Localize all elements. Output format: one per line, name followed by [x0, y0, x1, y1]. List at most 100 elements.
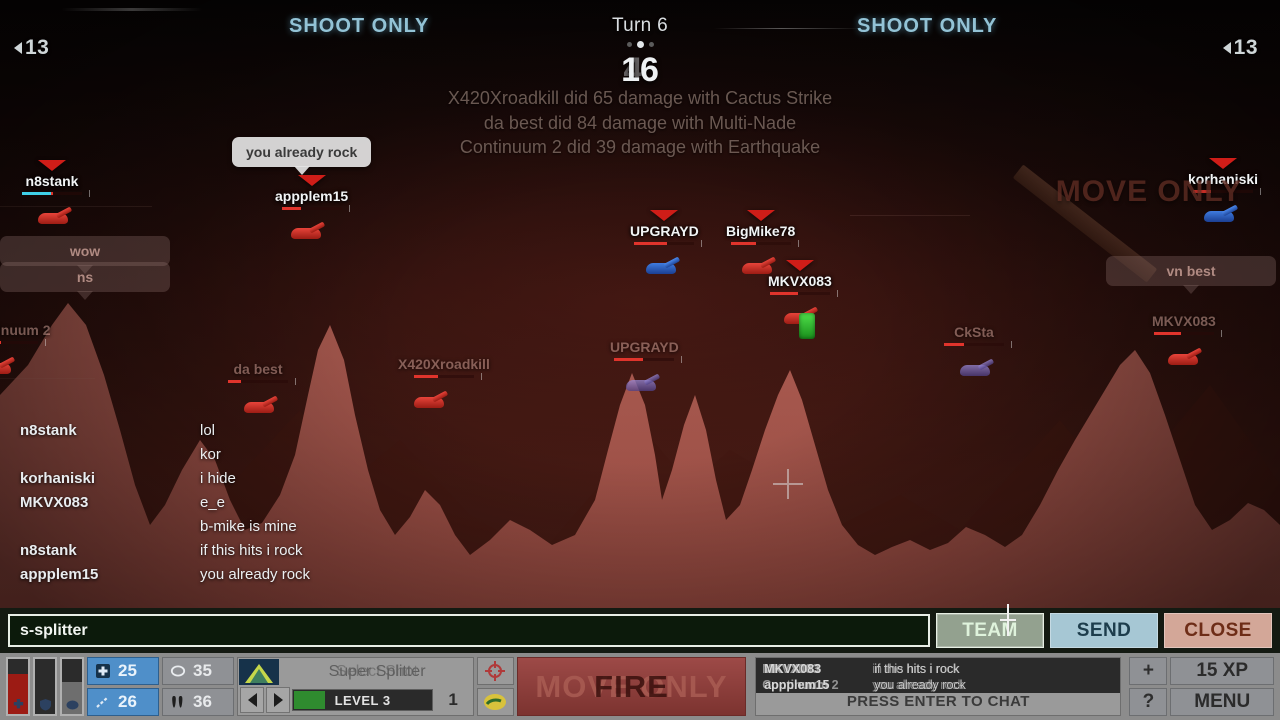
stats-group: 25 26 35 36 [87, 657, 234, 716]
chat-log-line: MKVX083 e_e [20, 494, 640, 518]
ammo-count: 1 [448, 690, 458, 709]
fuel-vial [60, 657, 84, 716]
tank-sprite[interactable] [646, 256, 681, 274]
unit-marker-arrow-icon [1209, 158, 1238, 169]
chat-log-message: b-mike is mine [200, 518, 297, 535]
xp-row: + 15 XP [1129, 657, 1274, 685]
mini-chat-message: you already rock you already rock [872, 677, 1112, 693]
help-button[interactable]: ? [1129, 688, 1168, 716]
next-weapon-button[interactable] [266, 687, 290, 713]
unit-health-fill [413, 375, 438, 378]
unit-health-tick [836, 290, 838, 297]
tank-sprite[interactable] [1168, 347, 1203, 365]
unit-health-fill [281, 207, 301, 210]
splash-icon [94, 693, 112, 711]
health-cross-icon [8, 698, 28, 713]
mini-chat-panel[interactable]: MKVX083 MKVX083 in the hits i rock if this … [755, 657, 1122, 716]
unit-name: n8stank [25, 173, 79, 189]
stat-boots[interactable]: 36 [162, 688, 234, 716]
weapon-level-bar[interactable]: LEVEL 3 [292, 689, 434, 711]
unit-health-fill [634, 242, 668, 245]
target-icon[interactable] [477, 657, 514, 685]
player-unit[interactable]: n8stank [22, 160, 90, 224]
player-unit[interactable]: CkSta [944, 324, 1012, 376]
player-unit[interactable]: Continuum 2 [0, 322, 51, 374]
unit-marker-arrow-icon [785, 260, 814, 271]
stat-shield-ring[interactable]: 35 [162, 657, 234, 685]
chat-log-message: lol [200, 422, 216, 439]
unit-health-bar [281, 205, 350, 212]
mini-chat-line: MKVX083 MKVX083 in the hits i rock if this … [762, 661, 1112, 677]
chat-input-bar: TEAM SEND CLOSE [0, 608, 1280, 653]
chat-log-user: n8stank [20, 542, 77, 559]
turn-dot [636, 41, 644, 48]
tank-sprite[interactable] [0, 356, 16, 374]
tank-sprite[interactable] [38, 206, 73, 224]
battlefield[interactable]: n8stank appplem15 Continuum 2 da best X420Xr… [0, 0, 1280, 655]
unit-name: CkSta [954, 324, 994, 340]
player-unit[interactable]: BigMike78 [726, 210, 799, 274]
unit-name: BigMike78 [726, 223, 796, 239]
add-button[interactable]: + [1129, 657, 1168, 685]
chat-input[interactable] [8, 614, 930, 647]
chat-log-user: appplem15 [20, 566, 99, 583]
player-unit[interactable]: MKVX083 [1152, 313, 1222, 365]
stat-splash[interactable]: 26 [87, 688, 159, 716]
turn-timer: 16 [621, 51, 659, 89]
weapon-top-row: Select Shot Super Splitter [238, 658, 473, 686]
unit-health-tick [480, 373, 482, 380]
turn-label: Turn 6 [611, 15, 668, 36]
mini-chat-hint: PRESS ENTER TO CHAT [846, 693, 1030, 710]
xp-display[interactable]: 15 XP [1170, 657, 1274, 685]
unit-name: UPGRAYD [610, 339, 679, 355]
player-unit[interactable]: da best [228, 361, 296, 413]
menu-button[interactable]: MENU [1170, 688, 1274, 716]
horizon-line [850, 215, 970, 216]
tool-icons-column [477, 657, 514, 716]
tank-sprite[interactable] [960, 358, 995, 376]
stat-health-boost[interactable]: 25 [87, 657, 159, 685]
chat-log-message: kor [200, 446, 221, 463]
unit-health-tick [701, 240, 703, 247]
unit-health-tick [1260, 188, 1262, 195]
stat-boots-value: 36 [193, 692, 212, 711]
unit-shield-fill [22, 192, 51, 195]
unit-marker-arrow-icon [38, 160, 66, 171]
unit-marker-arrow-icon [746, 210, 775, 221]
chat-log-line: korhaniski i hide [20, 470, 640, 494]
unit-health-fill [730, 242, 756, 245]
close-button[interactable]: CLOSE [1164, 613, 1272, 648]
player-unit[interactable]: MKVX083 [768, 260, 838, 324]
tank-sprite[interactable] [626, 373, 661, 391]
unit-health-bar [0, 339, 46, 346]
unit-health-bar [944, 341, 1012, 348]
player-unit[interactable]: X420Xroadkill [398, 356, 490, 408]
stat-splash-value: 26 [118, 692, 137, 711]
menu-row: ? MENU [1129, 688, 1274, 716]
unit-name: Continuum 2 [0, 322, 51, 338]
unit-health-tick [89, 190, 90, 197]
weapon-bottom-row: LEVEL 3 1 [238, 686, 473, 715]
fire-button[interactable]: MOVE ONLY FIRE [516, 657, 747, 716]
send-button[interactable]: SEND [1050, 613, 1158, 648]
unit-health-bar [413, 373, 482, 380]
mini-chat-user-ghost: Continuum 2 [762, 678, 839, 692]
tank-sprite[interactable] [291, 221, 326, 239]
player-unit[interactable]: UPGRAYD [610, 339, 683, 391]
tank-sprite[interactable] [414, 390, 449, 408]
unit-health-bar [228, 378, 296, 385]
team-chat-button[interactable]: TEAM [936, 613, 1044, 648]
unit-health-bar [614, 356, 683, 363]
prev-weapon-button[interactable] [240, 687, 264, 713]
shovel-icon[interactable] [477, 688, 514, 716]
player-unit[interactable]: appplem15 [275, 175, 350, 239]
tank-sprite[interactable] [244, 395, 279, 413]
mini-chat-lines: MKVX083 MKVX083 in the hits i rock if this … [756, 658, 1121, 693]
weapon-level-label: LEVEL 3 [334, 692, 391, 708]
unit-health-fill [0, 341, 1, 344]
shield-vial [33, 657, 57, 716]
supply-crate[interactable] [799, 313, 815, 339]
player-unit[interactable]: UPGRAYD [630, 210, 703, 274]
boots-icon [169, 693, 187, 711]
fire-button-label: FIRE [594, 668, 669, 704]
